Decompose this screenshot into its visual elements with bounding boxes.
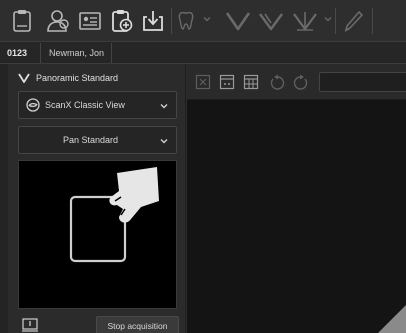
acquisition-preview: [18, 160, 177, 309]
scanner-view-icon: [26, 98, 40, 112]
chevron-down-icon[interactable]: [324, 15, 332, 23]
view-select-value: ScanX Classic View: [45, 100, 125, 110]
patient-tab[interactable]: Newman, Jon: [40, 43, 112, 63]
info-icon[interactable]: [22, 318, 38, 332]
toolbar-separator: [335, 8, 336, 34]
image-grid-icon[interactable]: [243, 74, 259, 90]
close-image-icon[interactable]: [195, 74, 211, 90]
panoramic-half-icon[interactable]: [257, 7, 285, 35]
acquisition-panel: Panoramic Standard ScanX Classic View Pa…: [0, 64, 186, 333]
ceph-icon[interactable]: [291, 7, 319, 35]
resize-grip-icon[interactable]: [378, 305, 406, 333]
patients-icon[interactable]: [45, 7, 71, 35]
chevron-down-icon: [160, 139, 168, 144]
viewer-search-field[interactable]: [319, 72, 406, 92]
patient-card-icon[interactable]: [78, 7, 102, 35]
mode-title-label: Panoramic Standard: [36, 73, 119, 83]
image-layout-icon[interactable]: [219, 74, 235, 90]
stop-acquisition-button[interactable]: Stop acquisition: [96, 316, 179, 333]
insert-plate-icon: [69, 167, 159, 263]
toolbar-separator: [372, 8, 373, 34]
pen-icon[interactable]: [341, 7, 365, 35]
patient-id: 0123: [7, 48, 28, 58]
patient-tab-bar: 0123 Newman, Jon: [0, 42, 406, 64]
patient-name: Newman, Jon: [49, 48, 105, 58]
panel-collapse-strip[interactable]: [0, 64, 8, 333]
clipboard-icon[interactable]: [10, 7, 34, 35]
main-toolbar: [0, 0, 406, 42]
chevron-down-icon: [160, 104, 168, 109]
rotate-left-icon[interactable]: [269, 74, 285, 90]
view-select[interactable]: ScanX Classic View: [18, 91, 177, 119]
acquisition-window: 0123 Newman, Jon Panoramic Standard Scan…: [0, 0, 406, 333]
panoramic-icon[interactable]: [224, 7, 252, 35]
rotate-right-icon[interactable]: [293, 74, 309, 90]
tooth-icon[interactable]: [176, 7, 196, 35]
clipboard-add-icon[interactable]: [110, 7, 134, 35]
viewer-toolbar: [187, 64, 406, 100]
panoramic-icon: [18, 73, 30, 83]
toolbar-separator: [171, 8, 172, 34]
chevron-down-icon[interactable]: [203, 15, 211, 23]
program-select-value: Pan Standard: [62, 135, 119, 145]
import-icon[interactable]: [141, 7, 165, 35]
image-viewer: [187, 64, 406, 333]
acquisition-mode-title: Panoramic Standard: [18, 71, 118, 85]
program-select[interactable]: Pan Standard: [18, 126, 177, 154]
